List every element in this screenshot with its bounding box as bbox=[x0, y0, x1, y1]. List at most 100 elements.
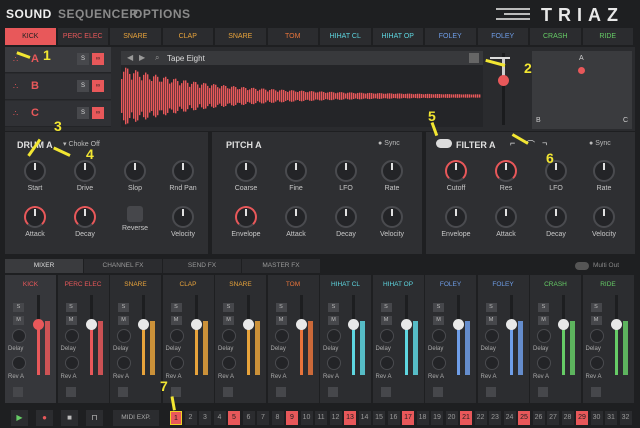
channel-solo-button[interactable]: S bbox=[485, 303, 497, 312]
channel-pan-knob[interactable] bbox=[484, 329, 499, 343]
filter-knob-cutoff[interactable]: Cutoff bbox=[436, 160, 476, 198]
step-button[interactable]: 13 bbox=[344, 411, 356, 425]
step-button[interactable]: 20 bbox=[445, 411, 458, 425]
step-button[interactable]: 2 bbox=[184, 411, 197, 425]
tab-master-fx[interactable]: MASTER FX bbox=[242, 259, 320, 273]
step-button[interactable]: 3 bbox=[199, 411, 211, 425]
step-button[interactable]: 16 bbox=[387, 411, 400, 425]
drum-knob-rnd-pan[interactable]: Rnd Pan bbox=[163, 160, 203, 198]
step-button[interactable]: 7 bbox=[257, 411, 269, 425]
pitch-knob-rate[interactable]: Rate bbox=[372, 160, 412, 198]
knob-dial[interactable] bbox=[593, 206, 615, 228]
channel-mute-button[interactable]: M bbox=[538, 316, 549, 325]
step-button[interactable]: 21 bbox=[460, 411, 472, 425]
search-icon[interactable]: ⌕ bbox=[155, 53, 159, 63]
channel-routing-icon[interactable] bbox=[275, 387, 286, 397]
channel-solo-button[interactable]: S bbox=[118, 303, 129, 312]
highpass-icon[interactable]: ¬ bbox=[542, 138, 547, 148]
step-button[interactable]: 10 bbox=[300, 411, 313, 425]
channel-mute-button[interactable]: M bbox=[380, 316, 392, 325]
channel-delay-knob[interactable] bbox=[484, 356, 499, 370]
step-button[interactable]: 27 bbox=[547, 411, 559, 425]
step-button[interactable]: 12 bbox=[329, 411, 342, 425]
edit-sample-icon[interactable] bbox=[469, 53, 479, 63]
instrument-tab[interactable]: HIHAT CL bbox=[320, 28, 372, 45]
instrument-tab[interactable]: HIHAT OP bbox=[372, 28, 424, 45]
menu-icon[interactable] bbox=[496, 8, 530, 20]
step-button[interactable]: 31 bbox=[605, 411, 617, 425]
instrument-tab[interactable]: KICK bbox=[5, 28, 57, 45]
channel-routing-icon[interactable] bbox=[380, 387, 391, 397]
step-button[interactable]: 30 bbox=[590, 411, 603, 425]
step-button[interactable]: 5 bbox=[228, 411, 240, 425]
prev-sample-icon[interactable]: ◀ bbox=[127, 53, 133, 62]
filter-knob-attack[interactable]: Attack bbox=[486, 206, 526, 244]
step-button[interactable]: 17 bbox=[402, 411, 414, 425]
filter-sync-toggle[interactable]: ● Sync bbox=[589, 140, 611, 147]
instrument-tab[interactable]: RIDE bbox=[582, 28, 634, 45]
channel-delay-knob[interactable] bbox=[537, 356, 551, 370]
knob-dial[interactable] bbox=[445, 206, 467, 228]
step-button[interactable]: 4 bbox=[213, 411, 226, 425]
channel-routing-icon[interactable] bbox=[13, 387, 23, 397]
channel-fader-handle[interactable] bbox=[138, 319, 149, 330]
channel-routing-icon[interactable] bbox=[65, 387, 76, 397]
knob-dial[interactable] bbox=[545, 206, 567, 228]
channel-routing-icon[interactable] bbox=[433, 387, 443, 397]
link-icon[interactable]: ∞ bbox=[92, 107, 104, 119]
step-button[interactable]: 9 bbox=[286, 411, 298, 425]
channel-fader-handle[interactable] bbox=[190, 319, 202, 330]
channel-pan-knob[interactable] bbox=[537, 329, 551, 343]
channel-solo-button[interactable]: S bbox=[65, 303, 77, 312]
xy-pad-dot[interactable] bbox=[578, 67, 585, 74]
filter-knob-decay[interactable]: Decay bbox=[536, 206, 576, 244]
channel-pan-knob[interactable] bbox=[117, 329, 131, 343]
solo-button[interactable]: S bbox=[77, 80, 89, 92]
step-button[interactable]: 1 bbox=[170, 411, 182, 425]
tab-options[interactable]: OPTIONS bbox=[133, 7, 191, 21]
knob-dial[interactable] bbox=[285, 206, 307, 228]
tab-channel-fx[interactable]: CHANNEL FX bbox=[84, 259, 162, 273]
channel-delay-knob[interactable] bbox=[222, 356, 236, 370]
channel-pan-knob[interactable] bbox=[222, 329, 236, 343]
choke-dropdown[interactable]: ▾ Choke Off bbox=[63, 140, 100, 148]
pitch-knob-lfo[interactable]: LFO bbox=[326, 160, 366, 198]
channel-delay-knob[interactable] bbox=[64, 356, 79, 370]
channel-fader-handle[interactable] bbox=[610, 319, 622, 330]
knob-dial[interactable] bbox=[172, 160, 194, 182]
channel-mute-button[interactable]: M bbox=[223, 316, 234, 325]
channel-delay-knob[interactable] bbox=[327, 356, 341, 370]
next-sample-icon[interactable]: ▶ bbox=[139, 53, 145, 62]
knob-dial[interactable] bbox=[172, 206, 194, 228]
channel-solo-button[interactable]: S bbox=[590, 303, 602, 312]
channel-fader-handle[interactable] bbox=[295, 319, 307, 330]
channel-mute-button[interactable]: M bbox=[65, 316, 77, 325]
knob-dial[interactable] bbox=[124, 160, 146, 182]
pitch-knob-decay[interactable]: Decay bbox=[326, 206, 366, 244]
step-button[interactable]: 25 bbox=[518, 411, 530, 425]
filter-knob-rate[interactable]: Rate bbox=[584, 160, 624, 198]
step-button[interactable]: 18 bbox=[416, 411, 429, 425]
step-button[interactable]: 11 bbox=[315, 411, 327, 425]
channel-fader-handle[interactable] bbox=[348, 319, 359, 330]
link-icon[interactable]: ∞ bbox=[92, 53, 104, 65]
filter-power-toggle[interactable] bbox=[436, 139, 452, 148]
knob-dial[interactable] bbox=[74, 206, 96, 228]
knob-dial[interactable] bbox=[381, 206, 403, 228]
knob-dial[interactable] bbox=[495, 160, 517, 182]
instrument-tab[interactable]: CLAP bbox=[162, 28, 214, 45]
pitch-knob-velocity[interactable]: Velocity bbox=[372, 206, 412, 244]
tab-send-fx[interactable]: SEND FX bbox=[163, 259, 241, 273]
channel-delay-knob[interactable] bbox=[274, 356, 289, 370]
channel-pan-knob[interactable] bbox=[589, 329, 604, 343]
play-icon[interactable]: ▶ bbox=[11, 410, 28, 426]
channel-mute-button[interactable]: M bbox=[485, 316, 497, 325]
lock-icon[interactable]: ⊓ bbox=[86, 410, 103, 426]
pitch-sync-toggle[interactable]: ● Sync bbox=[378, 140, 400, 147]
step-button[interactable]: 28 bbox=[561, 411, 574, 425]
step-button[interactable]: 15 bbox=[373, 411, 385, 425]
step-button[interactable]: 23 bbox=[489, 411, 501, 425]
sample-name[interactable]: Tape Eight bbox=[167, 54, 205, 63]
channel-solo-button[interactable]: S bbox=[328, 303, 339, 312]
knob-dial[interactable] bbox=[593, 160, 615, 182]
